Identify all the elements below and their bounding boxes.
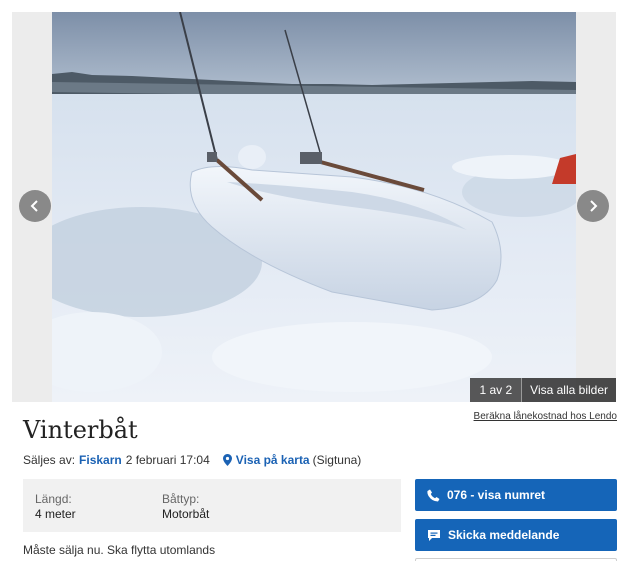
map-pin-icon <box>222 454 232 466</box>
loan-cost-link[interactable]: Beräkna lånekostnad hos Lendo <box>474 411 617 422</box>
listing-photo[interactable] <box>52 12 576 402</box>
show-phone-button[interactable]: 076 - visa numret <box>415 479 617 511</box>
next-image-button[interactable] <box>577 190 609 222</box>
attribute-value: Motorbåt <box>162 507 210 521</box>
image-counter: 1 av 2 <box>470 378 523 402</box>
chat-bubble-icon <box>428 529 440 541</box>
send-message-button[interactable]: Skicka meddelande <box>415 519 617 551</box>
ad-page: 1 av 2 Visa alla bilder Beräkna lånekost… <box>0 0 627 561</box>
listing-date: 2 februari 17:04 <box>125 453 210 467</box>
send-message-label: Skicka meddelande <box>448 528 560 542</box>
attribute-value: 4 meter <box>35 507 76 521</box>
show-phone-label: 076 - visa numret <box>447 488 546 502</box>
attribute-label: Längd: <box>35 492 72 506</box>
show-all-images-button[interactable]: Visa alla bilder <box>522 378 616 402</box>
location-text: (Sigtuna) <box>312 453 362 467</box>
listing-meta: Säljes av: Fiskarn 2 februari 17:04 Visa… <box>23 453 361 467</box>
attributes-box: Längd: 4 meter Båttyp: Motorbåt <box>23 479 401 532</box>
show-on-map-link[interactable]: Visa på karta <box>236 453 310 467</box>
attribute-length: Längd: 4 meter <box>35 492 76 522</box>
sold-by-label: Säljes av: <box>23 453 76 467</box>
listing-title: Vinterbåt <box>23 416 138 444</box>
previous-image-button[interactable] <box>19 190 51 222</box>
attribute-label: Båttyp: <box>162 492 200 506</box>
chevron-right-icon <box>590 200 598 212</box>
listing-description: Måste sälja nu. Ska flytta utomlands <box>23 543 216 557</box>
phone-icon <box>427 489 440 501</box>
attribute-boat-type: Båttyp: Motorbåt <box>162 492 209 522</box>
chevron-left-icon <box>30 200 38 212</box>
seller-link[interactable]: Fiskarn <box>79 453 122 467</box>
image-toolbar: 1 av 2 Visa alla bilder <box>470 378 616 402</box>
image-gallery: 1 av 2 Visa alla bilder <box>12 12 616 402</box>
